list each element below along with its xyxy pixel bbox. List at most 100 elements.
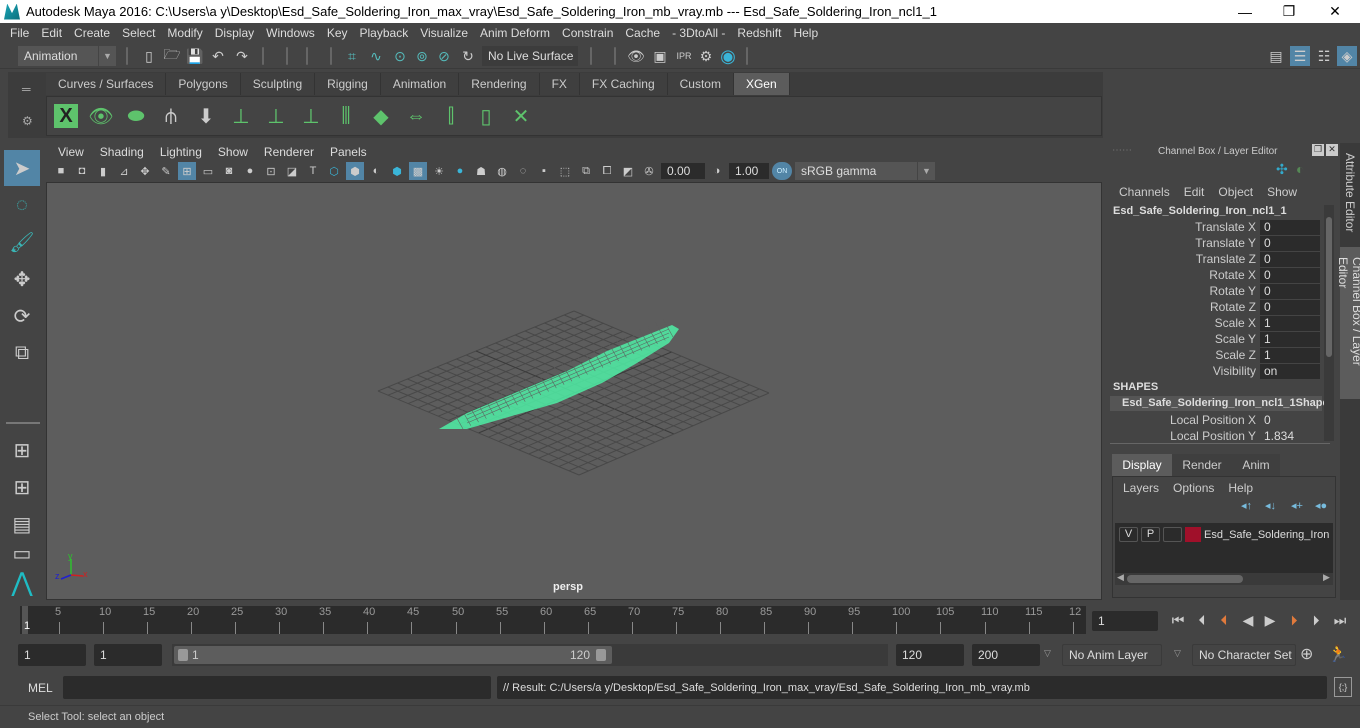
xray-joints-icon[interactable]: ⧉ — [577, 162, 595, 180]
grid-toggle-icon[interactable]: ⊞ — [178, 162, 196, 180]
wireframe-on-shaded-icon[interactable]: ◐ — [367, 162, 385, 180]
camera-icon[interactable]: ■ — [52, 162, 70, 180]
shelf-tab-xgen[interactable]: XGen — [733, 73, 790, 95]
scale-tool-icon[interactable]: ⧉ — [4, 335, 40, 371]
layer-visibility-toggle[interactable]: V — [1119, 527, 1138, 542]
mel-label[interactable]: MEL — [28, 681, 53, 695]
shadows-icon[interactable]: ● — [451, 162, 469, 180]
image-plane-icon[interactable]: ⊿ — [115, 162, 133, 180]
viewport-persp[interactable]: y x z persp — [46, 182, 1102, 600]
shelf-tab-custom[interactable]: Custom — [667, 73, 734, 95]
menu-redshift[interactable]: Redshift — [731, 26, 787, 40]
close-button[interactable]: ✕ — [1312, 0, 1358, 23]
gamma-field[interactable]: 1.00 — [729, 163, 769, 179]
xgen-window-icon[interactable]: X — [51, 101, 81, 131]
shape-channel-row[interactable]: Local Position Y 1.834 — [1106, 428, 1326, 444]
step-back-frame-icon[interactable]: ⏴ — [1192, 610, 1212, 630]
modeling-toolkit-icon[interactable]: ▤ — [1266, 46, 1286, 66]
float-panel-icon[interactable]: ❐ — [1312, 144, 1324, 156]
shelf-tab-sculpting[interactable]: Sculpting — [240, 73, 316, 95]
menu-file[interactable]: File — [4, 26, 35, 40]
tool-settings-icon[interactable]: ☷ — [1314, 46, 1334, 66]
drag-handle-icon[interactable]: ⋯⋯ — [1112, 145, 1132, 156]
ipr-render-icon[interactable]: IPR — [674, 46, 694, 66]
scroll-thumb[interactable] — [1127, 575, 1243, 583]
shape-channel-row[interactable]: Local Position X 0 — [1106, 412, 1326, 428]
anim-layer-chevron-icon[interactable]: ▽ — [1044, 648, 1051, 659]
smooth-shade-icon[interactable]: ⬢ — [346, 162, 364, 180]
render-frame-icon[interactable]: ▣ — [650, 46, 670, 66]
auto-key-icon[interactable]: ⊕ — [1300, 644, 1313, 664]
layer-menu-options[interactable]: Options — [1173, 481, 1214, 495]
live-surface-field[interactable]: No Live Surface — [482, 46, 578, 66]
render-view-icon[interactable]: 👁 — [626, 46, 646, 66]
anti-aliasing-icon[interactable]: ◌ — [514, 162, 532, 180]
script-editor-icon[interactable]: {;} — [1334, 677, 1352, 697]
color-space-dropdown[interactable]: sRGB gamma ▼ — [795, 162, 935, 180]
menu-modify[interactable]: Modify — [161, 26, 208, 40]
snap-point-icon[interactable]: ⊙ — [390, 46, 410, 66]
play-backwards-icon[interactable]: ◀ — [1238, 610, 1258, 630]
menu-edit[interactable]: Edit — [35, 26, 68, 40]
grease-pencil-icon[interactable]: ✎ — [157, 162, 175, 180]
step-back-key-icon[interactable]: ⏴ — [1214, 610, 1234, 630]
collection-icon[interactable]: ◆ — [366, 101, 396, 131]
minimize-button[interactable]: — — [1222, 0, 1268, 23]
move-layer-up-icon[interactable]: ◂↑ — [1241, 499, 1252, 512]
playback-end-field[interactable]: 120 — [896, 644, 964, 666]
layer-menu-help[interactable]: Help — [1228, 481, 1253, 495]
current-frame-field[interactable]: 1 — [1092, 611, 1158, 631]
scene-start-field[interactable]: 1 — [18, 644, 86, 666]
shelf-tab-fx-caching[interactable]: FX Caching — [579, 73, 668, 95]
menu-visualize[interactable]: Visualize — [414, 26, 474, 40]
menu-set-dropdown[interactable]: Animation ▼ — [18, 46, 116, 66]
range-start-handle[interactable] — [178, 649, 188, 661]
channel-row[interactable]: Scale Z 1 — [1106, 347, 1326, 363]
layer-menu-layers[interactable]: Layers — [1123, 481, 1159, 495]
menu-constrain[interactable]: Constrain — [556, 26, 619, 40]
layer-tab-render[interactable]: Render — [1172, 454, 1232, 476]
menu-create[interactable]: Create — [68, 26, 116, 40]
time-ruler[interactable]: 1 5 10 15 20 25 30 35 40 45 50 55 60 65 70 75 80 85 90 95 1… — [20, 606, 1086, 634]
isolate-select-icon[interactable]: ⬚ — [556, 162, 574, 180]
cb-menu-edit[interactable]: Edit — [1177, 185, 1212, 199]
shelf-menu-icon[interactable]: ═ — [22, 82, 31, 96]
cb-menu-object[interactable]: Object — [1211, 185, 1260, 199]
snap-live-icon[interactable]: ⊘ — [434, 46, 454, 66]
panel-menu-lighting[interactable]: Lighting — [152, 145, 210, 159]
layer-name[interactable]: Esd_Safe_Soldering_Iron — [1204, 529, 1329, 541]
make-live-icon[interactable]: ↻ — [458, 46, 478, 66]
channel-value[interactable]: 0 — [1260, 251, 1320, 267]
channel-row[interactable]: Scale Y 1 — [1106, 331, 1326, 347]
channel-value[interactable]: 1.834 — [1260, 429, 1320, 444]
go-to-end-icon[interactable]: ⏭ — [1330, 610, 1350, 630]
layout-preset-icon[interactable]: ▭ — [4, 543, 40, 565]
wireframe-icon[interactable]: ⬡ — [325, 162, 343, 180]
shelf-settings-icon[interactable]: ⚙ — [22, 114, 33, 128]
guide-transfer-icon[interactable]: ⇔ — [401, 101, 431, 131]
pan-zoom-icon[interactable]: ✥ — [136, 162, 154, 180]
channel-value[interactable]: 0 — [1260, 219, 1320, 235]
panel-menu-panels[interactable]: Panels — [322, 145, 375, 159]
step-forward-frame-icon[interactable]: ⏵ — [1306, 610, 1326, 630]
bound-guides-icon[interactable]: ▯ — [471, 101, 501, 131]
step-forward-key-icon[interactable]: ⏵ — [1284, 610, 1304, 630]
channel-box-toggle-icon[interactable]: ◈ — [1337, 46, 1357, 66]
panel-menu-view[interactable]: View — [50, 145, 92, 159]
channel-row[interactable]: Rotate X 0 — [1106, 267, 1326, 283]
snap-grid-icon[interactable]: ⌗ — [342, 46, 362, 66]
preview-icon[interactable]: 👁 — [86, 101, 116, 131]
xray-active-icon[interactable]: ⧠ — [598, 162, 616, 180]
channel-value[interactable]: 1 — [1260, 347, 1320, 363]
range-slider[interactable]: 1 120 — [174, 646, 612, 664]
snap-curve-icon[interactable]: ∿ — [366, 46, 386, 66]
menu-playback[interactable]: Playback — [354, 26, 415, 40]
four-view-layout-icon[interactable]: ⊞ — [4, 469, 40, 505]
exposure-field[interactable]: 0.00 — [661, 163, 705, 179]
channel-row[interactable]: Visibility on — [1106, 363, 1326, 379]
scene-end-field[interactable]: 200 — [972, 644, 1040, 666]
new-scene-icon[interactable]: ▯ — [140, 46, 158, 66]
layer-hscrollbar[interactable]: ◀ ▶ — [1115, 572, 1333, 585]
shelf-tab-rendering[interactable]: Rendering — [459, 73, 540, 95]
gamma-icon[interactable]: ◑ — [708, 162, 726, 180]
